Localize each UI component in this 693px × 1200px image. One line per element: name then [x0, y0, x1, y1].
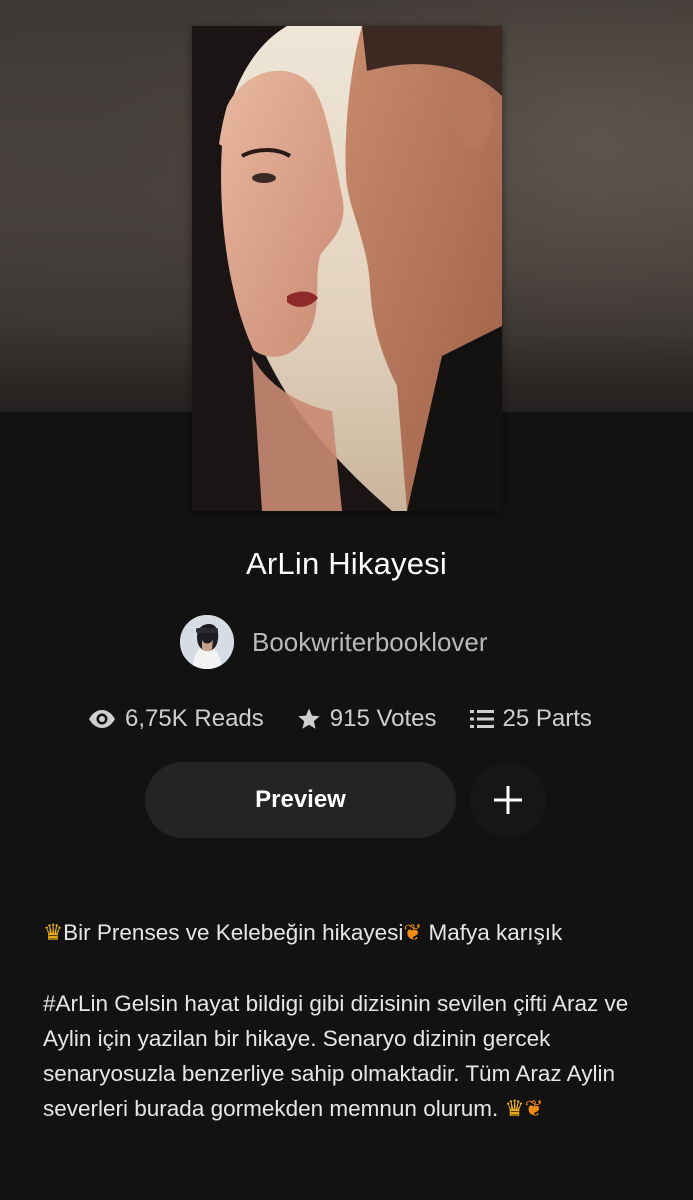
- author-row[interactable]: Bookwriterbooklover: [180, 614, 488, 670]
- parts-count: 25 Parts: [502, 705, 592, 732]
- crown-emoji: ♛: [43, 920, 64, 946]
- butterfly-emoji: ❦: [524, 1096, 544, 1122]
- description-line-1-text: Bir Prenses ve Kelebeğin hikayesi: [63, 920, 404, 945]
- eye-icon: [89, 710, 115, 728]
- list-icon: [469, 710, 494, 728]
- votes-stat: 915 Votes: [297, 705, 437, 733]
- reads-stat: 6,75K Reads: [88, 705, 264, 733]
- cover-illustration: [192, 26, 502, 511]
- crown-emoji: ♛: [504, 1096, 525, 1122]
- description-line-1: ♛Bir Prenses ve Kelebeğin hikayesi❦ Mafy…: [43, 915, 663, 951]
- story-description: ♛Bir Prenses ve Kelebeğin hikayesi❦ Mafy…: [43, 915, 663, 1127]
- description-paragraph-2: #ArLin Gelsin hayat bildigi gibi dizisin…: [43, 986, 663, 1127]
- story-cover-image[interactable]: [192, 26, 502, 511]
- preview-button[interactable]: Preview: [145, 762, 456, 838]
- author-name[interactable]: Bookwriterbooklover: [252, 627, 488, 658]
- avatar-image: [180, 615, 234, 669]
- story-title: ArLin Hikayesi: [246, 546, 447, 581]
- story-stats: 6,75K Reads 915 Votes 25 Parts: [88, 698, 592, 740]
- parts-stat: 25 Parts: [469, 705, 592, 733]
- butterfly-emoji: ❦: [403, 920, 423, 946]
- description-line-1-tail: Mafya karışık: [422, 920, 563, 945]
- reads-count: 6,75K Reads: [125, 705, 264, 732]
- author-avatar[interactable]: [180, 615, 234, 669]
- add-to-library-button[interactable]: [470, 762, 546, 838]
- star-icon: [298, 708, 320, 729]
- plus-icon: [494, 786, 522, 814]
- votes-count: 915 Votes: [329, 705, 437, 732]
